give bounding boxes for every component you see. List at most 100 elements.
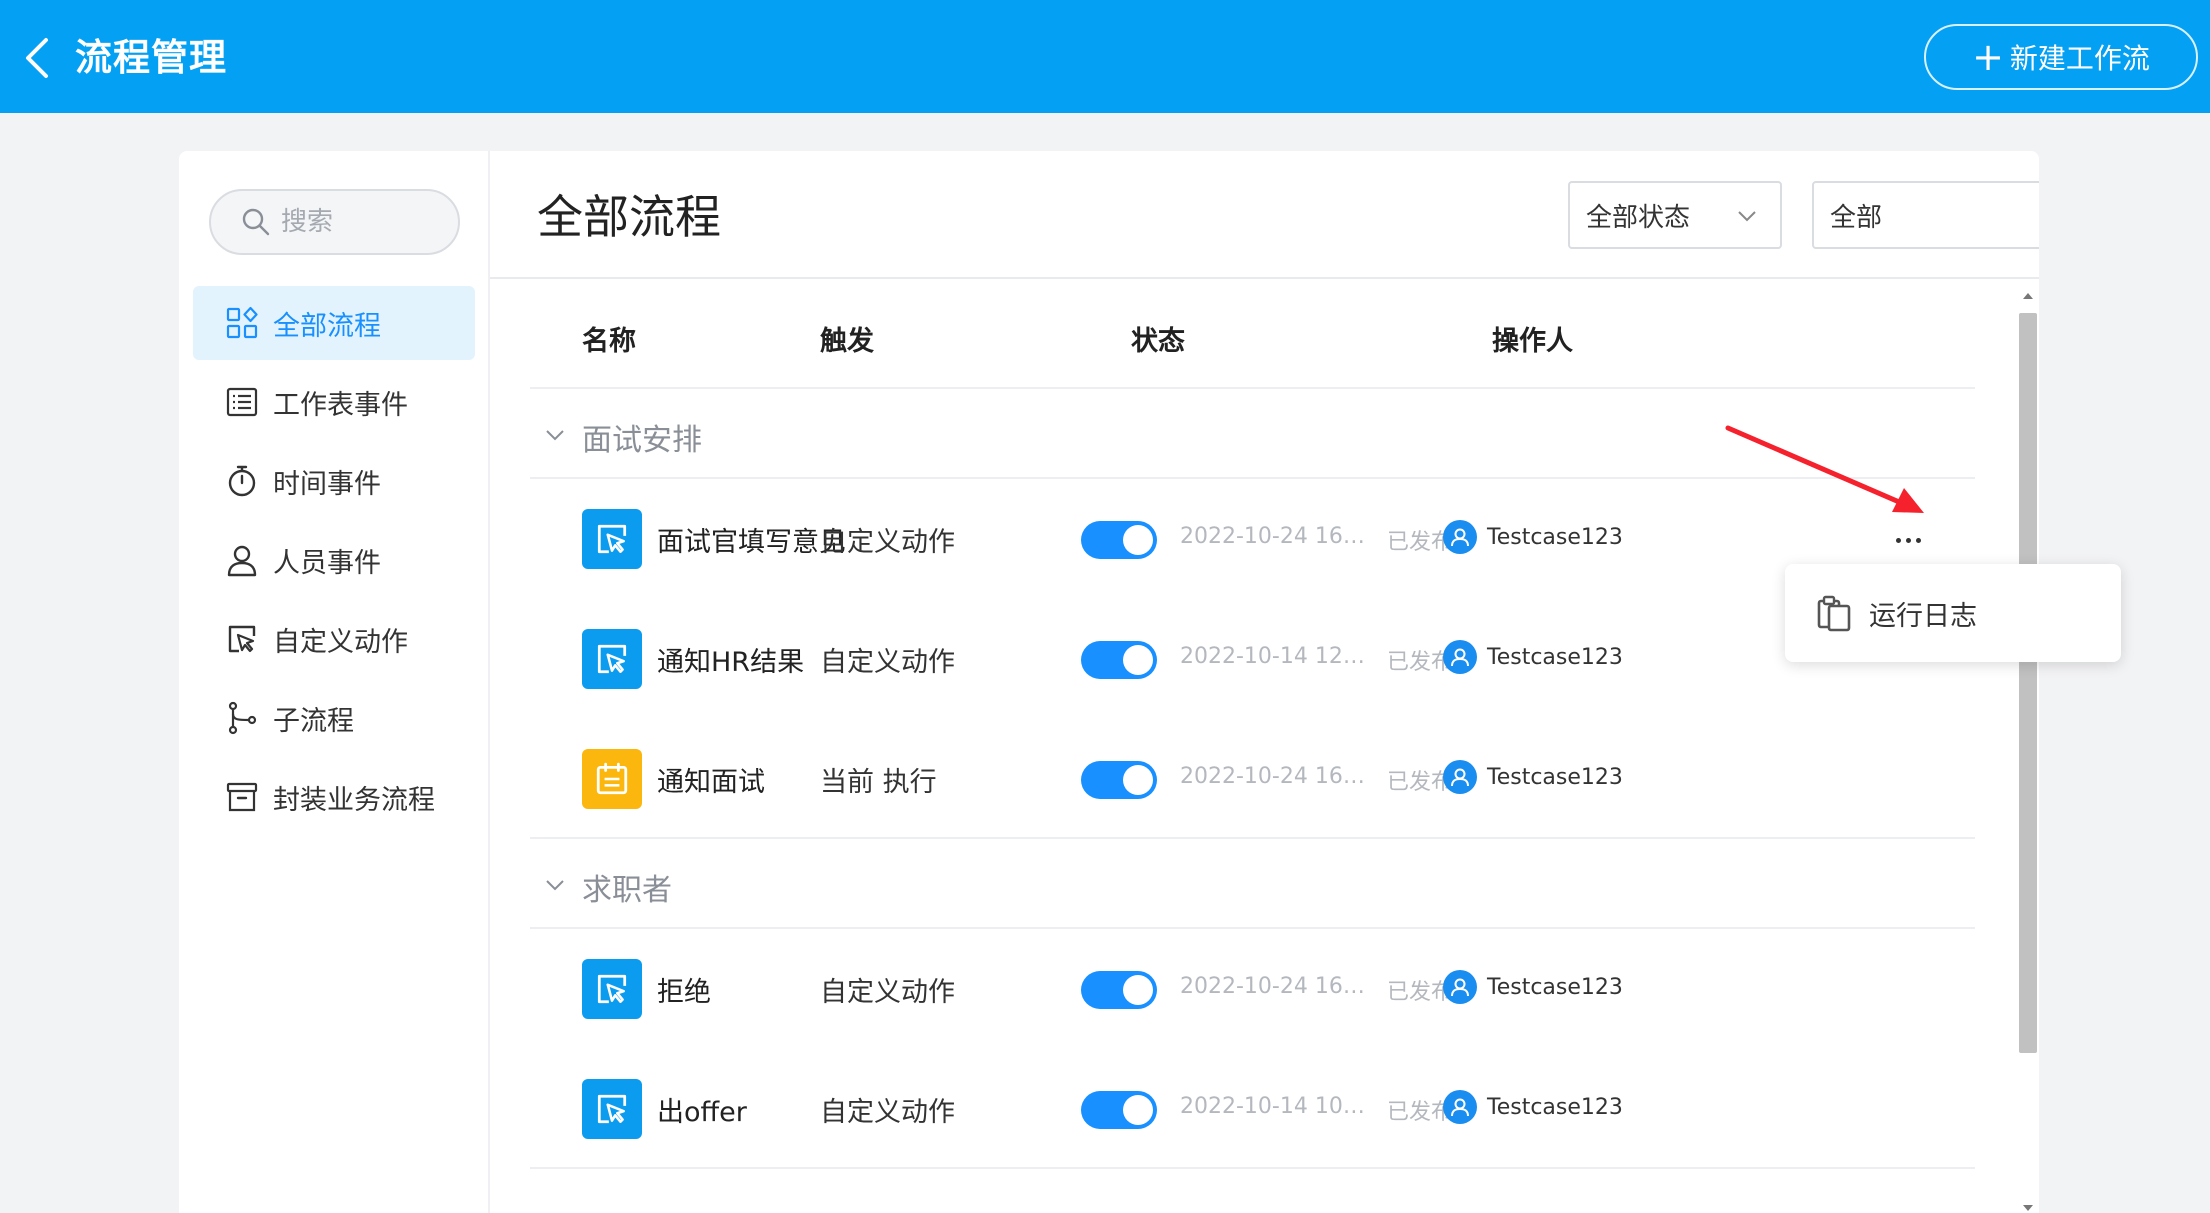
operator: Testcase123 bbox=[1443, 970, 1623, 1004]
table-row[interactable]: 通知HR结果 自定义动作 2022-10-14 12:2... 已发布 Test… bbox=[530, 599, 1975, 719]
flow-type-icon bbox=[582, 959, 642, 1019]
status-toggle[interactable] bbox=[1081, 1091, 1157, 1129]
group-label: 面试安排 bbox=[582, 423, 702, 458]
list-icon bbox=[226, 387, 258, 417]
run-log-menu-item[interactable]: 运行日志 bbox=[1785, 564, 2121, 662]
sidebar-item-label: 子流程 bbox=[273, 705, 354, 737]
operator-name: Testcase123 bbox=[1487, 524, 1623, 550]
new-workflow-label: 新建工作流 bbox=[2009, 42, 2150, 75]
table-row[interactable]: 拒绝 自定义动作 2022-10-24 16:0... 已发布 Testcase… bbox=[530, 929, 1975, 1049]
sidebar-item-custom-actions[interactable]: 自定义动作 bbox=[193, 602, 475, 676]
status-filter-value: 全部状态 bbox=[1586, 202, 1691, 233]
sidebar-item-subflows[interactable]: 子流程 bbox=[193, 681, 475, 755]
more-dots-icon bbox=[1895, 537, 1901, 543]
flow-name[interactable]: 出offer bbox=[657, 1090, 747, 1129]
scroll-up-arrow-icon[interactable] bbox=[2023, 293, 2033, 299]
column-trigger: 触发 bbox=[820, 326, 874, 357]
avatar bbox=[1443, 520, 1477, 554]
scrollbar-thumb[interactable] bbox=[2019, 313, 2037, 1053]
flow-trigger: 自定义动作 bbox=[820, 647, 955, 678]
chevron-left-icon bbox=[26, 38, 48, 78]
flow-date: 2022-10-14 12:2... bbox=[1180, 644, 1365, 669]
group-label: 求职者 bbox=[582, 873, 672, 908]
operator: Testcase123 bbox=[1443, 640, 1623, 674]
avatar bbox=[1443, 1090, 1477, 1124]
sidebar-item-label: 时间事件 bbox=[273, 468, 381, 500]
avatar bbox=[1443, 640, 1477, 674]
run-log-label: 运行日志 bbox=[1869, 600, 1977, 632]
operator: Testcase123 bbox=[1443, 1090, 1623, 1124]
sidebar-item-label: 自定义动作 bbox=[273, 626, 408, 658]
sidebar-item-people-events[interactable]: 人员事件 bbox=[193, 523, 475, 597]
chevron-down-icon bbox=[1738, 211, 1756, 222]
flow-name[interactable]: 拒绝 bbox=[657, 970, 711, 1009]
search-input[interactable] bbox=[281, 207, 451, 237]
sidebar-item-packaged-flows[interactable]: 封装业务流程 bbox=[193, 760, 475, 834]
flow-name[interactable]: 通知HR结果 bbox=[657, 640, 804, 679]
person-icon bbox=[227, 545, 257, 577]
cursor-click-icon bbox=[597, 1094, 627, 1124]
type-filter-select[interactable]: 全部 bbox=[1812, 181, 2039, 249]
back-button[interactable] bbox=[18, 34, 58, 82]
operator-name: Testcase123 bbox=[1487, 764, 1623, 790]
sidebar-item-label: 人员事件 bbox=[273, 547, 381, 579]
flow-type-icon bbox=[582, 749, 642, 809]
chevron-down-icon bbox=[546, 430, 564, 441]
new-workflow-button[interactable]: + 新建工作流 bbox=[1924, 24, 2198, 90]
table-header: 名称 触发 状态 操作人 bbox=[530, 281, 1975, 389]
status-toggle[interactable] bbox=[1081, 521, 1157, 559]
group-header[interactable]: 面试安排 bbox=[530, 389, 1975, 479]
cursor-click-icon bbox=[597, 524, 627, 554]
status-toggle[interactable] bbox=[1081, 971, 1157, 1009]
sidebar-item-label: 封装业务流程 bbox=[273, 784, 435, 816]
sidebar-nav: 全部流程 工作表事件 时间事件 人员事件 自定义动作 子流程 封装业务流程 bbox=[193, 286, 475, 839]
main-panel: 全部流程 全部状态 全部 名称 触发 状态 操作人 面试安排 面试官填写意见 自… bbox=[490, 151, 2039, 1213]
page-title: 流程管理 bbox=[75, 36, 227, 79]
status-toggle[interactable] bbox=[1081, 761, 1157, 799]
status-filter-select[interactable]: 全部状态 bbox=[1568, 181, 1782, 249]
cursor-click-icon bbox=[597, 974, 627, 1004]
app-header: 流程管理 + 新建工作流 bbox=[0, 0, 2210, 113]
flow-name[interactable]: 通知面试 bbox=[657, 760, 765, 799]
calendar-icon bbox=[596, 762, 628, 795]
sidebar-item-sheet-events[interactable]: 工作表事件 bbox=[193, 365, 475, 439]
stopwatch-icon bbox=[228, 465, 256, 497]
search-box[interactable] bbox=[209, 189, 460, 255]
table-row[interactable]: 出offer 自定义动作 2022-10-14 10:4... 已发布 Test… bbox=[530, 1049, 1975, 1169]
status-toggle[interactable] bbox=[1081, 641, 1157, 679]
flow-name[interactable]: 面试官填写意见 bbox=[657, 520, 846, 559]
table-row[interactable]: 面试官填写意见 自定义动作 2022-10-24 16:2... 已发布 Tes… bbox=[530, 479, 1975, 599]
search-icon bbox=[242, 208, 270, 236]
more-button[interactable] bbox=[1888, 520, 1928, 560]
column-operator: 操作人 bbox=[1492, 326, 1573, 357]
operator: Testcase123 bbox=[1443, 520, 1623, 554]
operator-name: Testcase123 bbox=[1487, 1094, 1623, 1120]
user-icon bbox=[1451, 648, 1469, 667]
more-dots-icon bbox=[1915, 537, 1921, 543]
sidebar: 全部流程 工作表事件 bbox=[179, 151, 490, 1213]
sidebar-item-label: 全部流程 bbox=[273, 310, 381, 342]
scrollbar[interactable] bbox=[2015, 289, 2039, 1213]
flow-type-icon bbox=[582, 509, 642, 569]
flow-date: 2022-10-14 10:4... bbox=[1180, 1094, 1365, 1119]
sidebar-item-all-flows[interactable]: 全部流程 bbox=[193, 286, 475, 360]
column-name: 名称 bbox=[582, 326, 636, 357]
user-icon bbox=[1451, 768, 1469, 787]
operator: Testcase123 bbox=[1443, 760, 1623, 794]
flow-trigger: 自定义动作 bbox=[820, 1097, 955, 1128]
flow-date: 2022-10-24 16:2... bbox=[1180, 524, 1365, 549]
flow-trigger: 自定义动作 bbox=[820, 527, 955, 558]
group-header[interactable]: 求职者 bbox=[530, 839, 1975, 929]
cursor-click-icon bbox=[597, 644, 627, 674]
table-row[interactable]: 通知面试 当前 执行 2022-10-24 16:0... 已发布 Testca… bbox=[530, 719, 1975, 839]
content-card: 全部流程 工作表事件 bbox=[179, 151, 2039, 1213]
scroll-down-arrow-icon[interactable] bbox=[2023, 1205, 2033, 1211]
header-divider bbox=[490, 277, 2039, 279]
branch-icon bbox=[228, 701, 257, 735]
archive-icon bbox=[226, 782, 258, 812]
flow-type-icon bbox=[582, 1079, 642, 1139]
plus-icon: + bbox=[1972, 35, 2004, 79]
sidebar-item-time-events[interactable]: 时间事件 bbox=[193, 444, 475, 518]
avatar bbox=[1443, 760, 1477, 794]
column-status: 状态 bbox=[1131, 326, 1185, 357]
